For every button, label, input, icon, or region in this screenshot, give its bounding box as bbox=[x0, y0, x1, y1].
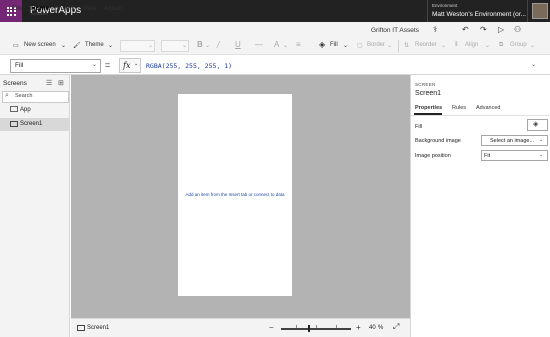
divider bbox=[427, 0, 428, 22]
chevron-down-icon: ⌄ bbox=[387, 43, 393, 49]
new-screen-button[interactable]: New screen bbox=[24, 42, 56, 48]
chevron-down-icon: ⌄ bbox=[441, 43, 447, 49]
tab-rules[interactable]: Rules bbox=[452, 105, 466, 111]
environment-picker[interactable]: Matt Weston's Environment (or... bbox=[432, 11, 526, 18]
screen-icon bbox=[77, 325, 85, 331]
search-input[interactable] bbox=[2, 91, 69, 103]
image-position-value: Fit bbox=[484, 153, 491, 159]
avatar[interactable] bbox=[532, 3, 548, 19]
zoom-value: 40 bbox=[369, 325, 376, 331]
current-screen-label[interactable]: Screen1 bbox=[87, 325, 109, 331]
chevron-down-icon: ⌄ bbox=[539, 152, 544, 158]
selected-name[interactable]: Screen1 bbox=[415, 90, 441, 97]
divider bbox=[411, 115, 550, 116]
list-view-icon[interactable]: ☰ bbox=[46, 79, 52, 87]
menu-home[interactable]: Home bbox=[31, 5, 49, 12]
chevron-down-icon: ⌄ bbox=[92, 62, 98, 68]
align-button[interactable]: Align bbox=[465, 42, 478, 48]
background-image-value: Select an image... bbox=[490, 138, 535, 144]
chevron-down-icon: ⌄ bbox=[343, 43, 349, 49]
fx-icon: fx bbox=[123, 61, 131, 70]
zoom-tick bbox=[316, 325, 317, 328]
fill-button[interactable]: Fill bbox=[330, 42, 338, 48]
chevron-down-icon: ⌄ bbox=[108, 43, 114, 49]
chevron-down-icon: ⌄ bbox=[539, 137, 544, 143]
group-icon: ⧉ bbox=[499, 42, 504, 48]
chevron-down-icon: ⌄ bbox=[283, 43, 289, 49]
grid-view-icon[interactable]: ⊞ bbox=[58, 79, 64, 87]
search-icon: ⌕ bbox=[5, 92, 9, 99]
menu-view[interactable]: View bbox=[82, 5, 96, 12]
tab-advanced[interactable]: Advanced bbox=[476, 105, 500, 111]
tab-properties[interactable]: Properties bbox=[415, 105, 442, 111]
environment-label: Environment bbox=[432, 3, 458, 8]
document-name: Grifton IT Assets bbox=[371, 27, 419, 34]
theme-icon: 🖌 bbox=[73, 43, 81, 49]
undo-icon[interactable]: ↶ bbox=[462, 25, 469, 34]
chevron-down-icon: ⌄ bbox=[148, 43, 154, 49]
search-placeholder: Search bbox=[15, 93, 33, 99]
app-icon bbox=[10, 106, 18, 112]
menu-insert[interactable]: Insert bbox=[57, 5, 73, 12]
chevron-down-icon: ⌄ bbox=[61, 43, 67, 49]
bold-button[interactable]: B bbox=[197, 40, 203, 49]
screen-icon bbox=[10, 121, 18, 127]
underline-icon[interactable]: U bbox=[235, 40, 241, 49]
border-button[interactable]: Border bbox=[367, 42, 385, 48]
property-select[interactable] bbox=[10, 59, 101, 73]
theme-button[interactable]: Theme bbox=[85, 42, 104, 48]
fit-to-window-icon[interactable]: ⤢ bbox=[393, 322, 399, 332]
zoom-slider-thumb[interactable] bbox=[308, 325, 310, 332]
align-icon: ⫴ bbox=[455, 42, 458, 48]
empty-screen-message[interactable]: Add an item from the Insert tab or conne… bbox=[178, 192, 292, 197]
reorder-icon: ⇅ bbox=[404, 43, 410, 49]
image-position-label: Image position bbox=[415, 153, 451, 159]
panel-title: Screens bbox=[3, 80, 27, 87]
zoom-slider[interactable] bbox=[281, 328, 351, 330]
redo-icon[interactable]: ↷ bbox=[480, 25, 487, 34]
zoom-tick bbox=[296, 325, 297, 328]
reorder-button[interactable]: Reorder bbox=[415, 42, 437, 48]
tree-item-label: Screen1 bbox=[20, 121, 43, 127]
expand-formula-icon[interactable]: ⌄ bbox=[531, 61, 536, 68]
fill-label: Fill bbox=[415, 124, 423, 130]
strikethrough-icon[interactable]: — bbox=[255, 40, 263, 49]
zoom-out-button[interactable]: − bbox=[269, 323, 274, 332]
zoom-in-button[interactable]: + bbox=[356, 323, 361, 332]
active-tab-indicator bbox=[31, 13, 48, 15]
border-icon: ▢ bbox=[357, 43, 363, 49]
font-color-button[interactable]: A bbox=[274, 40, 279, 49]
divider bbox=[398, 40, 399, 52]
fill-icon: ◈ bbox=[319, 40, 326, 49]
equals-sign: = bbox=[105, 60, 111, 70]
new-screen-icon: ▭ bbox=[13, 43, 19, 49]
background-image-label: Background image bbox=[415, 138, 461, 144]
zoom-tick bbox=[336, 325, 337, 328]
group-button[interactable]: Group bbox=[510, 42, 527, 48]
selected-kind: SCREEN bbox=[415, 82, 436, 87]
menu-action[interactable]: Action bbox=[104, 5, 122, 12]
app-checker-icon[interactable]: ⚕ bbox=[433, 25, 437, 34]
user-icon[interactable]: ⚇ bbox=[514, 25, 521, 34]
formula-input[interactable]: RGBA(255, 255, 255, 1) bbox=[146, 62, 232, 70]
zoom-unit: % bbox=[378, 325, 384, 331]
chevron-down-icon: ⌄ bbox=[134, 61, 139, 67]
chevron-down-icon: ⌄ bbox=[205, 43, 211, 49]
italic-icon[interactable]: / bbox=[217, 40, 220, 49]
chevron-down-icon: ⌄ bbox=[182, 43, 188, 49]
chevron-down-icon: ⌄ bbox=[485, 43, 491, 49]
fill-icon: ◈ bbox=[533, 121, 539, 128]
menu-file[interactable]: File bbox=[12, 5, 22, 12]
align-text-icon[interactable]: ≡ bbox=[296, 40, 301, 49]
chevron-down-icon: ⌄ bbox=[530, 43, 536, 49]
tree-item-label: App bbox=[20, 107, 31, 113]
play-icon[interactable]: ▷ bbox=[498, 25, 504, 34]
image-position-select[interactable] bbox=[481, 150, 548, 161]
divider bbox=[527, 0, 528, 22]
property-select-value: Fill bbox=[15, 62, 24, 69]
